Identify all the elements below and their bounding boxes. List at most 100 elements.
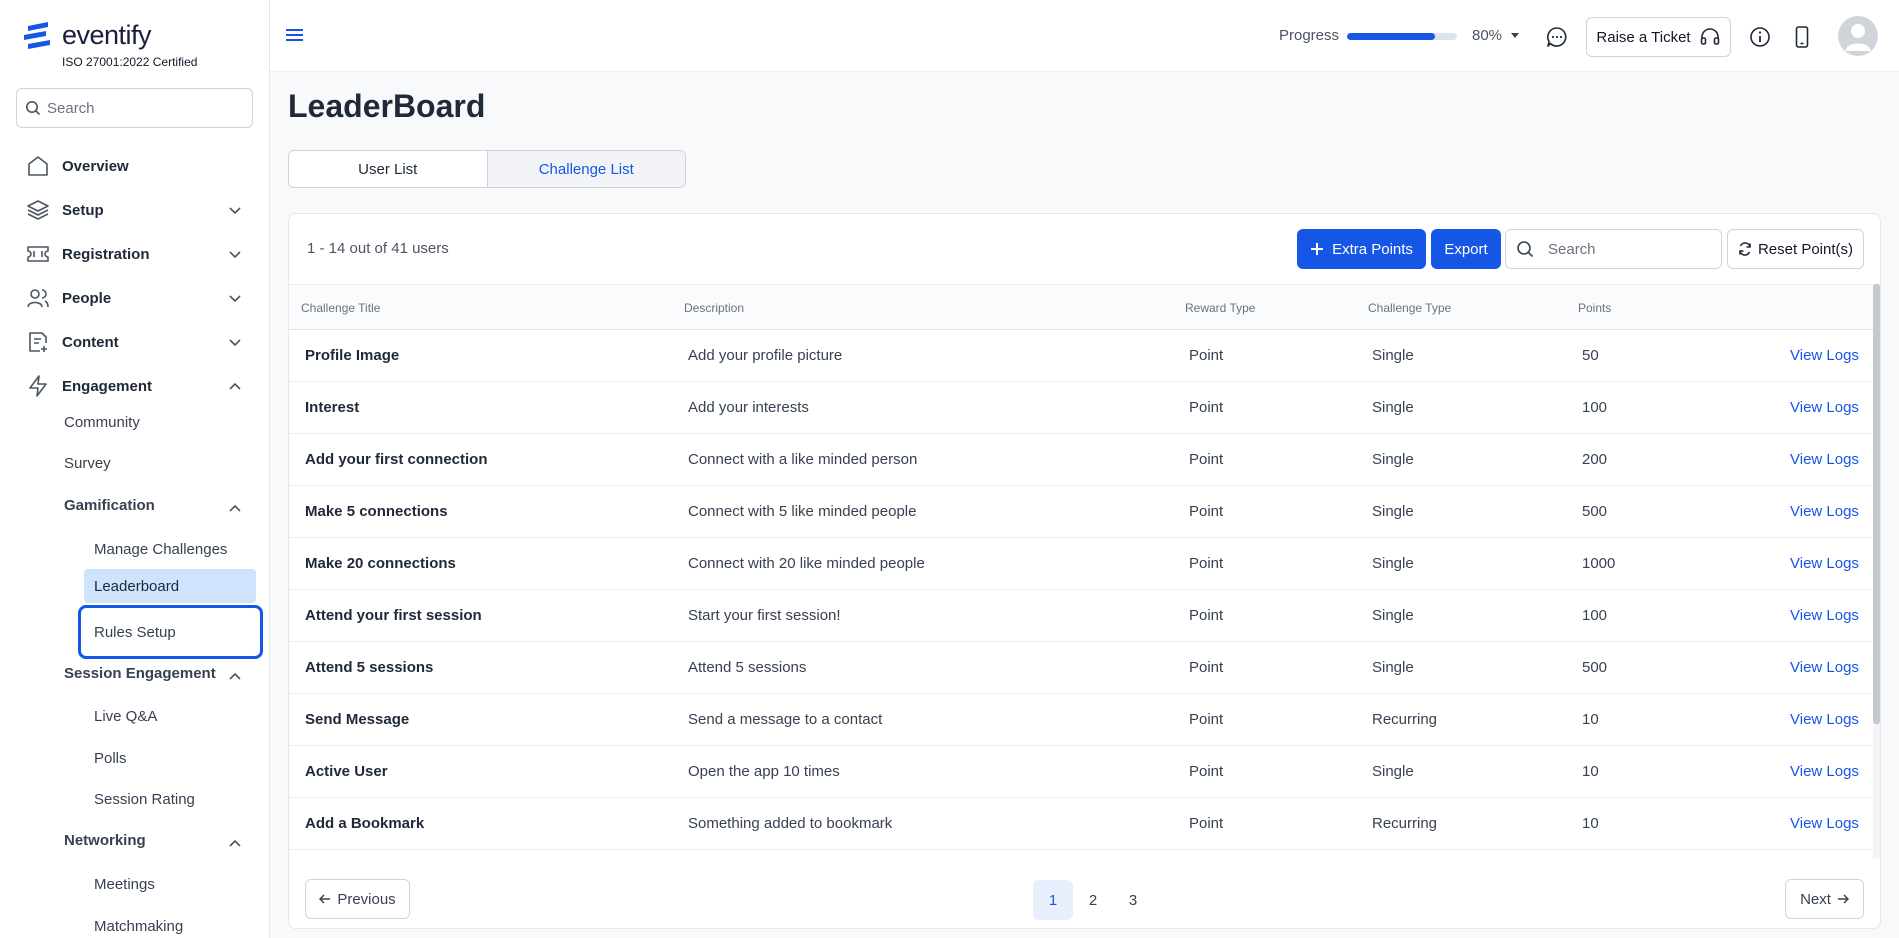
next-page-button[interactable]: Next (1785, 879, 1864, 919)
avatar[interactable] (1838, 16, 1878, 56)
view-logs-link[interactable]: View Logs (1790, 815, 1859, 832)
sidebar-item-meetings[interactable]: Meetings (84, 867, 256, 901)
reset-points-button[interactable]: Reset Point(s) (1727, 229, 1864, 269)
view-logs-link[interactable]: View Logs (1790, 763, 1859, 780)
sidebar-item-leaderboard[interactable]: Leaderboard (84, 569, 256, 603)
brand-logo[interactable]: eventify (24, 20, 152, 51)
page-title: LeaderBoard (288, 88, 486, 124)
chevron-down-icon[interactable] (228, 203, 242, 217)
cell-points: 10 (1582, 711, 1599, 728)
view-logs-link[interactable]: View Logs (1790, 607, 1859, 624)
column-header-points[interactable]: Points (1578, 301, 1611, 315)
refresh-icon (1739, 242, 1751, 256)
layers-icon (27, 200, 49, 220)
sidebar-item-registration[interactable]: Registration (26, 239, 242, 269)
table-search[interactable] (1505, 229, 1722, 269)
certification-text: ISO 27001:2022 Certified (62, 55, 198, 69)
table-row: Attend your first session Start your fir… (289, 590, 1872, 642)
page-number-3[interactable]: 3 (1113, 880, 1153, 920)
table-search-input[interactable] (1548, 240, 1718, 258)
sidebar-item-label: Polls (94, 749, 127, 767)
sidebar-item-rules-setup[interactable]: Rules Setup (78, 605, 263, 659)
sidebar-group-session-engagement[interactable]: Session Engagement (64, 665, 242, 682)
sidebar-item-content[interactable]: Content (26, 327, 242, 357)
cell-description: Send a message to a contact (688, 711, 883, 728)
table-row: Attend 5 sessions Attend 5 sessions Poin… (289, 642, 1872, 694)
cell-description: Start your first session! (688, 607, 841, 624)
view-logs-link[interactable]: View Logs (1790, 711, 1859, 728)
cell-description: Add your profile picture (688, 347, 843, 364)
cell-challenge-title: Send Message (305, 711, 410, 728)
cell-challenge-type: Single (1372, 555, 1414, 572)
top-bar: Progress 80% Raise a Ticket (270, 0, 1899, 72)
info-button[interactable] (1747, 24, 1773, 50)
sidebar-item-people[interactable]: People (26, 283, 242, 313)
headset-icon (1700, 28, 1719, 45)
cell-description: Connect with 20 like minded people (688, 555, 925, 572)
sidebar-group-gamification[interactable]: Gamification (64, 497, 242, 514)
column-header-challenge-title[interactable]: Challenge Title (301, 301, 380, 315)
sidebar-item-manage-challenges[interactable]: Manage Challenges (84, 532, 256, 566)
view-logs-link[interactable]: View Logs (1790, 503, 1859, 520)
sidebar-item-matchmaking[interactable]: Matchmaking (84, 909, 256, 938)
view-logs-link[interactable]: View Logs (1790, 347, 1859, 364)
sidebar-item-overview[interactable]: Overview (26, 151, 242, 181)
sidebar-item-label: Content (62, 333, 119, 351)
mobile-preview-button[interactable] (1789, 24, 1815, 50)
page-number-1[interactable]: 1 (1033, 880, 1073, 920)
export-button[interactable]: Export (1431, 229, 1501, 269)
view-logs-link[interactable]: View Logs (1790, 555, 1859, 572)
sidebar-item-session-rating[interactable]: Session Rating (84, 782, 256, 816)
column-header-challenge-type[interactable]: Challenge Type (1368, 301, 1451, 315)
cell-challenge-title: Attend your first session (305, 607, 482, 624)
challenge-table-card: 1 - 14 out of 41 users Extra Points Expo… (288, 213, 1881, 929)
page-number-2[interactable]: 2 (1073, 880, 1113, 920)
sidebar-item-polls[interactable]: Polls (84, 741, 256, 775)
column-header-description[interactable]: Description (684, 301, 744, 315)
cell-challenge-title: Interest (305, 399, 360, 416)
column-header-reward-type[interactable]: Reward Type (1185, 301, 1255, 315)
chevron-down-icon[interactable] (228, 291, 242, 305)
cell-reward-type: Point (1189, 763, 1224, 780)
sidebar-item-label: Engagement (62, 377, 153, 395)
cell-points: 10 (1582, 763, 1599, 780)
view-tabs: User List Challenge List (288, 150, 686, 188)
results-count: 1 - 14 out of 41 users (307, 240, 449, 257)
sidebar-item-community[interactable]: Community (64, 414, 140, 431)
progress-dropdown[interactable] (1510, 32, 1520, 40)
sidebar-item-survey[interactable]: Survey (64, 455, 111, 472)
menu-toggle[interactable] (286, 27, 303, 43)
raise-ticket-button[interactable]: Raise a Ticket (1586, 17, 1731, 57)
cell-challenge-title: Make 5 connections (305, 503, 448, 520)
chevron-up-icon[interactable] (228, 501, 242, 515)
sidebar: eventify ISO 27001:2022 Certified Overvi… (0, 0, 270, 938)
table-row: Send Message Send a message to a contact… (289, 694, 1872, 746)
chevron-up-icon[interactable] (228, 836, 242, 850)
sidebar-item-label: Matchmaking (94, 917, 184, 935)
sidebar-group-label: Gamification (64, 497, 155, 514)
chevron-down-icon[interactable] (228, 335, 242, 349)
sidebar-search-input[interactable] (47, 99, 237, 117)
search-icon (1517, 241, 1534, 258)
table-scrollbar[interactable] (1873, 284, 1880, 859)
chevron-up-icon[interactable] (228, 669, 242, 683)
view-logs-link[interactable]: View Logs (1790, 659, 1859, 676)
view-logs-link[interactable]: View Logs (1790, 399, 1859, 416)
tab-challenge-list[interactable]: Challenge List (486, 151, 685, 187)
table-scrollbar-thumb[interactable] (1873, 284, 1880, 724)
chat-button[interactable] (1544, 24, 1570, 50)
sidebar-item-engagement[interactable]: Engagement (26, 371, 242, 401)
sidebar-group-networking[interactable]: Networking (64, 832, 242, 849)
chevron-up-icon[interactable] (228, 379, 242, 393)
chevron-down-icon[interactable] (228, 247, 242, 261)
view-logs-link[interactable]: View Logs (1790, 451, 1859, 468)
previous-page-button[interactable]: Previous (305, 879, 410, 919)
table-row: Make 5 connections Connect with 5 like m… (289, 486, 1872, 538)
extra-points-button[interactable]: Extra Points (1297, 229, 1426, 269)
cell-reward-type: Point (1189, 711, 1224, 728)
eventify-logo-icon (24, 21, 50, 49)
sidebar-search[interactable] (16, 88, 253, 128)
tab-user-list[interactable]: User List (289, 151, 487, 187)
sidebar-item-live-qa[interactable]: Live Q&A (84, 699, 256, 733)
sidebar-item-setup[interactable]: Setup (26, 195, 242, 225)
